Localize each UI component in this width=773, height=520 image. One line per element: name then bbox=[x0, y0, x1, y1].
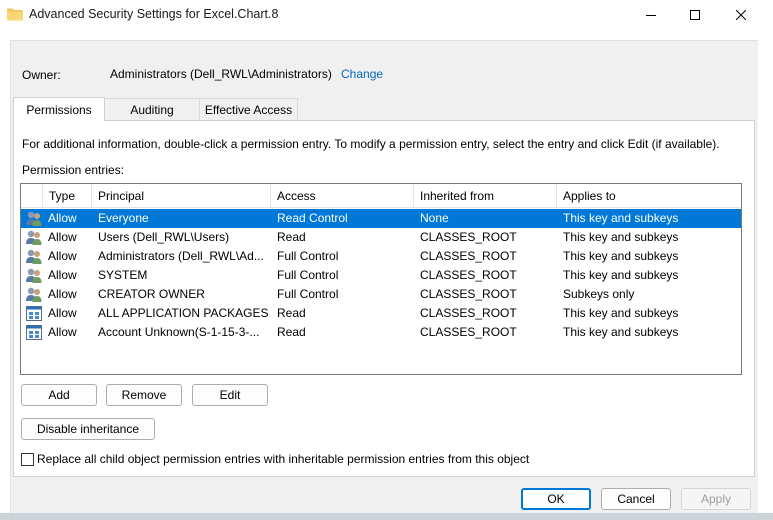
owner-value: Administrators (Dell_RWL\Administrators) bbox=[110, 67, 332, 81]
info-text: For additional information, double-click… bbox=[22, 137, 720, 151]
entry-inherited-from: CLASSES_ROOT bbox=[420, 306, 517, 320]
entry-inherited-from: CLASSES_ROOT bbox=[420, 325, 517, 339]
list-header: Type Principal Access Inherited from App… bbox=[21, 184, 741, 208]
column-header-access[interactable]: Access bbox=[271, 184, 414, 208]
users-icon bbox=[25, 248, 43, 265]
close-icon bbox=[736, 10, 746, 20]
column-header-type[interactable]: Type bbox=[43, 184, 92, 208]
entry-inherited-from: None bbox=[420, 211, 449, 225]
edit-button[interactable]: Edit bbox=[192, 384, 268, 406]
cancel-button[interactable]: Cancel bbox=[601, 488, 671, 510]
entry-applies-to: This key and subkeys bbox=[563, 211, 679, 225]
entry-applies-to: This key and subkeys bbox=[563, 325, 679, 339]
tab-effective-access[interactable]: Effective Access bbox=[199, 98, 298, 120]
users-icon bbox=[25, 210, 43, 227]
entry-inherited-from: CLASSES_ROOT bbox=[420, 230, 517, 244]
tab-auditing[interactable]: Auditing bbox=[104, 98, 200, 120]
entry-principal: Account Unknown(S-1-15-3-... bbox=[98, 325, 260, 339]
entry-access: Full Control bbox=[277, 268, 339, 282]
permission-entry-row[interactable]: Allow ALL APPLICATION PACKAGES Read CLASSES… bbox=[21, 304, 741, 323]
window-title: Advanced Security Settings for Excel.Cha… bbox=[29, 7, 279, 21]
disable-inheritance-button[interactable]: Disable inheritance bbox=[21, 418, 155, 440]
permission-entries-label: Permission entries: bbox=[22, 163, 125, 177]
entry-inherited-from: CLASSES_ROOT bbox=[420, 268, 517, 282]
entry-applies-to: This key and subkeys bbox=[563, 306, 679, 320]
entry-applies-to: This key and subkeys bbox=[563, 249, 679, 263]
replace-child-entries-checkbox[interactable] bbox=[21, 452, 34, 466]
ok-button[interactable]: OK bbox=[521, 488, 591, 510]
permission-entry-row[interactable]: Allow CREATOR OWNER Full Control CLASSES_RO… bbox=[21, 285, 741, 304]
entry-principal: CREATOR OWNER bbox=[98, 287, 205, 301]
replace-child-entries-option[interactable]: Replace all child object permission entr… bbox=[21, 452, 529, 466]
add-button[interactable]: Add bbox=[21, 384, 97, 406]
permission-entry-row[interactable]: Allow Account Unknown(S-1-15-3-... Read CLA… bbox=[21, 323, 741, 342]
entry-access: Full Control bbox=[277, 287, 339, 301]
permission-entries-list[interactable]: Type Principal Access Inherited from App… bbox=[20, 183, 742, 375]
users-icon bbox=[25, 229, 43, 246]
owner-label: Owner: bbox=[22, 68, 61, 82]
entry-inherited-from: CLASSES_ROOT bbox=[420, 287, 517, 301]
change-owner-link[interactable]: Change bbox=[341, 67, 383, 81]
entry-access: Read bbox=[277, 325, 306, 339]
entry-principal: Users (Dell_RWL\Users) bbox=[98, 230, 230, 244]
entry-principal: Administrators (Dell_RWL\Ad... bbox=[98, 249, 264, 263]
app-package-icon bbox=[25, 324, 43, 341]
users-icon bbox=[25, 286, 43, 303]
close-button[interactable] bbox=[719, 0, 763, 30]
entry-principal: SYSTEM bbox=[98, 268, 148, 282]
entry-principal: ALL APPLICATION PACKAGES bbox=[98, 306, 268, 320]
minimize-icon bbox=[646, 15, 656, 16]
permission-entry-row[interactable]: Allow Users (Dell_RWL\Users) Read CLASSES_R… bbox=[21, 228, 741, 247]
desktop-background bbox=[0, 513, 773, 520]
minimize-button[interactable] bbox=[629, 0, 673, 30]
entry-access: Read bbox=[277, 230, 306, 244]
replace-child-entries-label: Replace all child object permission entr… bbox=[37, 452, 530, 466]
column-header-icon[interactable] bbox=[21, 184, 43, 208]
folder-icon bbox=[7, 8, 23, 21]
column-header-applies-to[interactable]: Applies to bbox=[557, 184, 741, 208]
title-bar: Advanced Security Settings for Excel.Cha… bbox=[0, 0, 773, 30]
column-header-principal[interactable]: Principal bbox=[92, 184, 271, 208]
permission-entry-row[interactable]: Allow Administrators (Dell_RWL\Ad... Full … bbox=[21, 247, 741, 266]
app-package-icon bbox=[25, 305, 43, 322]
entry-access: Full Control bbox=[277, 249, 339, 263]
permission-entry-row[interactable]: Allow SYSTEM Full Control CLASSES_ROOT This … bbox=[21, 266, 741, 285]
entry-principal: Everyone bbox=[98, 211, 149, 225]
column-header-inherited-from[interactable]: Inherited from bbox=[414, 184, 557, 208]
tab-permissions[interactable]: Permissions bbox=[13, 97, 105, 121]
entry-applies-to: Subkeys only bbox=[563, 287, 635, 301]
remove-button[interactable]: Remove bbox=[106, 384, 182, 406]
entry-inherited-from: CLASSES_ROOT bbox=[420, 249, 517, 263]
entry-applies-to: This key and subkeys bbox=[563, 230, 679, 244]
maximize-icon bbox=[690, 10, 700, 20]
entry-applies-to: This key and subkeys bbox=[563, 268, 679, 282]
users-icon bbox=[25, 267, 43, 284]
apply-button[interactable]: Apply bbox=[681, 488, 751, 510]
maximize-button[interactable] bbox=[673, 0, 717, 30]
window-edge bbox=[758, 40, 773, 520]
entry-access: Read Control bbox=[277, 211, 348, 225]
permission-entry-row[interactable]: Allow Everyone Read Control None This key an… bbox=[21, 209, 741, 228]
entry-access: Read bbox=[277, 306, 306, 320]
